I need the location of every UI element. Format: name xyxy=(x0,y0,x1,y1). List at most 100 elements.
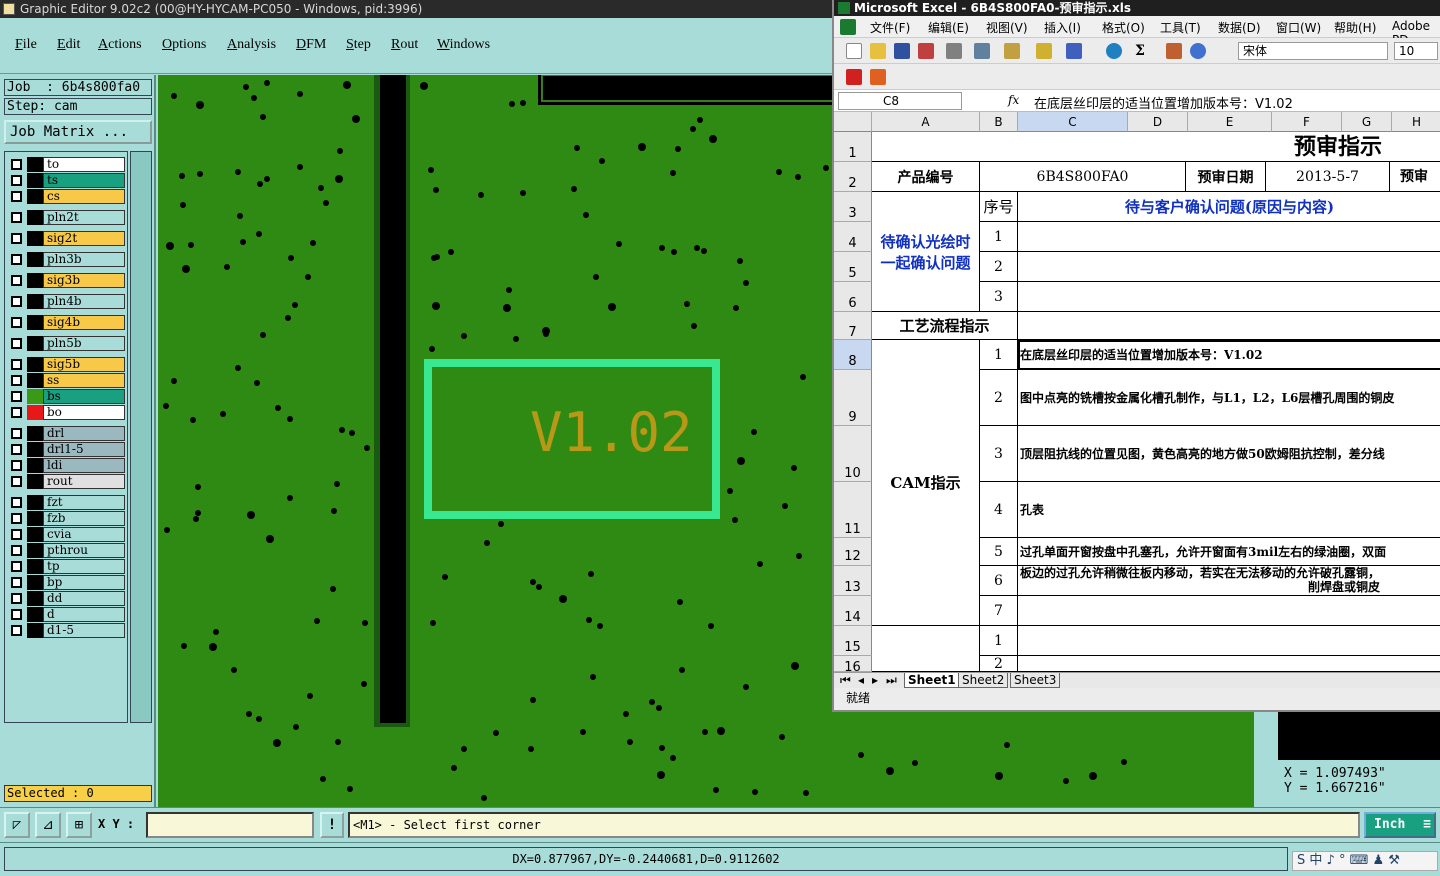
row-header-15[interactable]: 15 xyxy=(834,626,872,656)
row-header-5[interactable]: 5 xyxy=(834,252,872,282)
layer-color-swatch[interactable] xyxy=(27,623,43,638)
xl-menu-insert[interactable]: 插入(I) xyxy=(1044,19,1081,36)
chart-icon[interactable] xyxy=(1166,43,1182,59)
grid-snap-button[interactable]: ⊞ xyxy=(66,812,92,838)
row-header-11[interactable]: 11 xyxy=(834,482,872,538)
layer-name[interactable]: fzb xyxy=(43,511,125,526)
open-icon[interactable] xyxy=(870,43,886,59)
layer-row-tp[interactable]: tp xyxy=(7,559,127,574)
new-icon[interactable] xyxy=(846,43,862,59)
layer-row-fzb[interactable]: fzb xyxy=(7,511,127,526)
layer-name[interactable]: ts xyxy=(43,173,125,188)
xy-input[interactable] xyxy=(146,812,314,838)
layer-row-dd[interactable]: dd xyxy=(7,591,127,606)
layer-checkbox[interactable] xyxy=(11,476,22,487)
tab-sheet2[interactable]: Sheet2 xyxy=(958,673,1009,688)
layer-checkbox[interactable] xyxy=(11,609,22,620)
menu-file[interactable]: File xyxy=(15,37,37,53)
layer-row-pln3b[interactable]: pln3b xyxy=(7,252,127,267)
layer-row-cs[interactable]: cs xyxy=(7,189,127,204)
cam-seq-1[interactable]: 1 xyxy=(980,340,1018,370)
next-text-1[interactable] xyxy=(1018,626,1440,656)
cam-seq-2[interactable]: 2 xyxy=(980,370,1018,426)
seq-label[interactable]: 序号 xyxy=(980,192,1018,222)
layer-color-swatch[interactable] xyxy=(27,575,43,590)
row-header-7[interactable]: 7 xyxy=(834,312,872,340)
date-label[interactable]: 预审日期 xyxy=(1186,162,1266,192)
menu-edit[interactable]: Edit xyxy=(57,37,80,53)
layer-row-sig4b[interactable]: sig4b xyxy=(7,315,127,330)
layer-color-swatch[interactable] xyxy=(27,315,43,330)
layer-color-swatch[interactable] xyxy=(27,336,43,351)
layer-checkbox[interactable] xyxy=(11,296,22,307)
date-value[interactable]: 2013-5-7 xyxy=(1266,162,1390,192)
next-text-2[interactable] xyxy=(1018,656,1440,672)
layer-name[interactable]: d1-5 xyxy=(43,623,125,638)
layer-checkbox[interactable] xyxy=(11,529,22,540)
layer-checkbox[interactable] xyxy=(11,212,22,223)
layer-checkbox[interactable] xyxy=(11,359,22,370)
layer-name[interactable]: sig5b xyxy=(43,357,125,372)
layer-checkbox[interactable] xyxy=(11,625,22,636)
zoom-window-button[interactable]: ◸ xyxy=(4,812,30,838)
next-seq-2[interactable]: 2 xyxy=(980,656,1018,672)
layer-color-swatch[interactable] xyxy=(27,210,43,225)
preview-icon[interactable] xyxy=(974,43,990,59)
layer-checkbox[interactable] xyxy=(11,460,22,471)
layer-checkbox[interactable] xyxy=(11,428,22,439)
row-header-2[interactable]: 2 xyxy=(834,162,872,192)
layer-row-sig3b[interactable]: sig3b xyxy=(7,273,127,288)
layer-name[interactable]: pln5b xyxy=(43,336,125,351)
layer-row-d1-5[interactable]: d1-5 xyxy=(7,623,127,638)
layer-color-swatch[interactable] xyxy=(27,442,43,457)
issue-header[interactable]: 待与客户确认问题(原因与内容) xyxy=(1018,192,1440,222)
cam-text-6[interactable]: 板边的过孔允许稍微往板内移动，若实在无法移动的允许破孔露铜， 削焊盘或铜皮 xyxy=(1018,566,1440,596)
cam-text-4[interactable]: 孔表 xyxy=(1018,482,1440,538)
layer-row-pthrou[interactable]: pthrou xyxy=(7,543,127,558)
layer-checkbox[interactable] xyxy=(11,577,22,588)
xl-menu-tools[interactable]: 工具(T) xyxy=(1160,19,1201,36)
xl-menu-edit[interactable]: 编辑(E) xyxy=(928,19,969,36)
process-value[interactable] xyxy=(1018,312,1440,340)
layer-checkbox[interactable] xyxy=(11,159,22,170)
layer-name[interactable]: fzt xyxy=(43,495,125,510)
layer-name[interactable]: rout xyxy=(43,474,125,489)
row-header-3[interactable]: 3 xyxy=(834,192,872,222)
row-header-10[interactable]: 10 xyxy=(834,426,872,482)
layer-color-swatch[interactable] xyxy=(27,157,43,172)
paste-icon[interactable] xyxy=(1004,43,1020,59)
layer-row-drl[interactable]: drl xyxy=(7,426,127,441)
process-label[interactable]: 工艺流程指示 xyxy=(872,312,1018,340)
tab-scroll-prev-icon[interactable]: ◂ xyxy=(858,673,864,687)
formula-input[interactable]: 在底层丝印层的适当位置增加版本号：V1.02 xyxy=(1034,93,1293,112)
layer-row-ts[interactable]: ts xyxy=(7,173,127,188)
tab-sheet3[interactable]: Sheet3 xyxy=(1010,673,1061,688)
confirm-issue-1[interactable] xyxy=(1018,222,1440,252)
layer-checkbox[interactable] xyxy=(11,175,22,186)
row-header-14[interactable]: 14 xyxy=(834,596,872,626)
menu-step[interactable]: Step xyxy=(346,37,371,53)
col-header-g[interactable]: G xyxy=(1342,112,1392,132)
fx-icon[interactable]: fx xyxy=(1008,93,1019,107)
layer-name[interactable]: sig2t xyxy=(43,231,125,246)
layer-row-pln4b[interactable]: pln4b xyxy=(7,294,127,309)
layer-color-swatch[interactable] xyxy=(27,189,43,204)
layer-color-swatch[interactable] xyxy=(27,495,43,510)
layer-color-swatch[interactable] xyxy=(27,591,43,606)
menu-analysis[interactable]: Analysis xyxy=(227,37,276,53)
pdf-convert-icon[interactable] xyxy=(846,69,862,85)
cam-text-7[interactable] xyxy=(1018,596,1440,626)
layer-checkbox[interactable] xyxy=(11,338,22,349)
product-no-label[interactable]: 产品编号 xyxy=(872,162,980,192)
layer-color-swatch[interactable] xyxy=(27,607,43,622)
row-header-13[interactable]: 13 xyxy=(834,566,872,596)
unit-selector[interactable]: Inch ≡ xyxy=(1364,812,1436,838)
layer-checkbox[interactable] xyxy=(11,233,22,244)
xl-menu-help[interactable]: 帮助(H) xyxy=(1334,19,1376,36)
layer-checkbox[interactable] xyxy=(11,375,22,386)
layer-color-swatch[interactable] xyxy=(27,173,43,188)
name-box[interactable]: C8 xyxy=(838,92,962,110)
tab-scroll-first-icon[interactable]: ⏮ xyxy=(840,673,851,688)
help-icon[interactable] xyxy=(1190,43,1206,59)
xl-menu-view[interactable]: 视图(V) xyxy=(986,19,1028,36)
